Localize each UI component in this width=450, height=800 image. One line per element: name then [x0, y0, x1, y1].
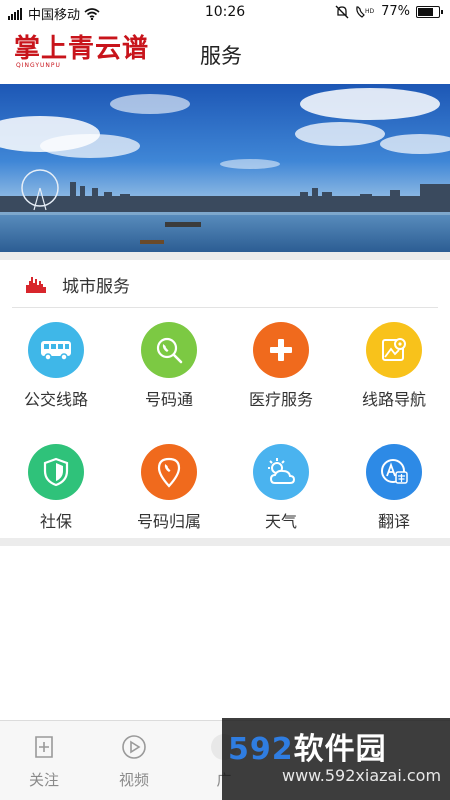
translate-icon — [366, 444, 422, 500]
service-label: 医疗服务 — [248, 390, 313, 409]
weather-icon — [253, 444, 309, 500]
app-header: 掌上青云谱 QINGYUNPU 服务 — [0, 24, 450, 84]
city-banner-image[interactable] — [0, 84, 450, 252]
service-label: 公交线路 — [23, 390, 88, 409]
service-medical[interactable]: 医疗服务 — [225, 318, 337, 410]
battery-percent: 77% — [381, 4, 410, 19]
service-bus-routes[interactable]: 公交线路 — [0, 318, 112, 410]
section-divider — [0, 252, 450, 260]
page-title: 服务 — [200, 44, 242, 68]
watermark-brand-number: 592 — [228, 732, 294, 767]
battery-icon — [416, 5, 443, 18]
service-route-navigation[interactable]: 线路导航 — [338, 318, 450, 410]
status-bar: 中国移动 10:26 HD 77% — [0, 0, 450, 24]
status-right: HD 77% — [335, 4, 443, 19]
service-label: 号码归属 — [136, 512, 201, 531]
logo-subtext: QINGYUNPU — [16, 62, 61, 69]
service-weather[interactable]: 天气 — [225, 440, 337, 532]
watermark-brand-text: 软件园 — [293, 732, 387, 767]
city-skyline-icon — [26, 277, 46, 293]
service-number-lookup[interactable]: 号码通 — [113, 318, 225, 410]
medical-cross-icon — [253, 322, 309, 378]
service-number-location[interactable]: 号码归属 — [113, 440, 225, 532]
service-label: 号码通 — [144, 390, 193, 409]
bus-icon — [28, 322, 84, 378]
phone-search-icon — [141, 322, 197, 378]
service-label: 线路导航 — [361, 390, 426, 409]
city-services-header: 城市服务 — [12, 260, 438, 308]
service-label: 天气 — [264, 512, 297, 531]
nav-label: 视频 — [118, 771, 149, 789]
service-social-security[interactable]: 社保 — [0, 440, 112, 532]
site-watermark: 592软件园 www.592xiazai.com — [222, 718, 450, 800]
add-follow-icon — [35, 736, 53, 758]
phone-location-icon — [141, 444, 197, 500]
nav-follow[interactable]: 关注 — [14, 733, 74, 790]
map-navigation-icon — [366, 322, 422, 378]
app-logo[interactable]: 掌上青云谱 QINGYUNPU — [14, 34, 154, 74]
section-divider-bottom — [0, 538, 450, 546]
shield-icon — [28, 444, 84, 500]
logo-text: 掌上青云谱 — [14, 34, 150, 64]
service-label: 翻译 — [377, 512, 410, 531]
play-icon — [122, 735, 146, 759]
watermark-url: www.592xiazai.com — [282, 766, 442, 785]
hd-call-icon: HD — [356, 5, 375, 18]
service-label: 社保 — [39, 512, 72, 531]
nav-video[interactable]: 视频 — [104, 733, 164, 790]
nav-label: 关注 — [28, 771, 59, 789]
section-title: 城市服务 — [62, 277, 130, 297]
service-translate[interactable]: 翻译 — [338, 440, 450, 532]
svg-text:HD: HD — [365, 8, 375, 15]
watermark-brand: 592软件园 — [228, 724, 387, 768]
alarm-muted-icon — [335, 5, 349, 18]
